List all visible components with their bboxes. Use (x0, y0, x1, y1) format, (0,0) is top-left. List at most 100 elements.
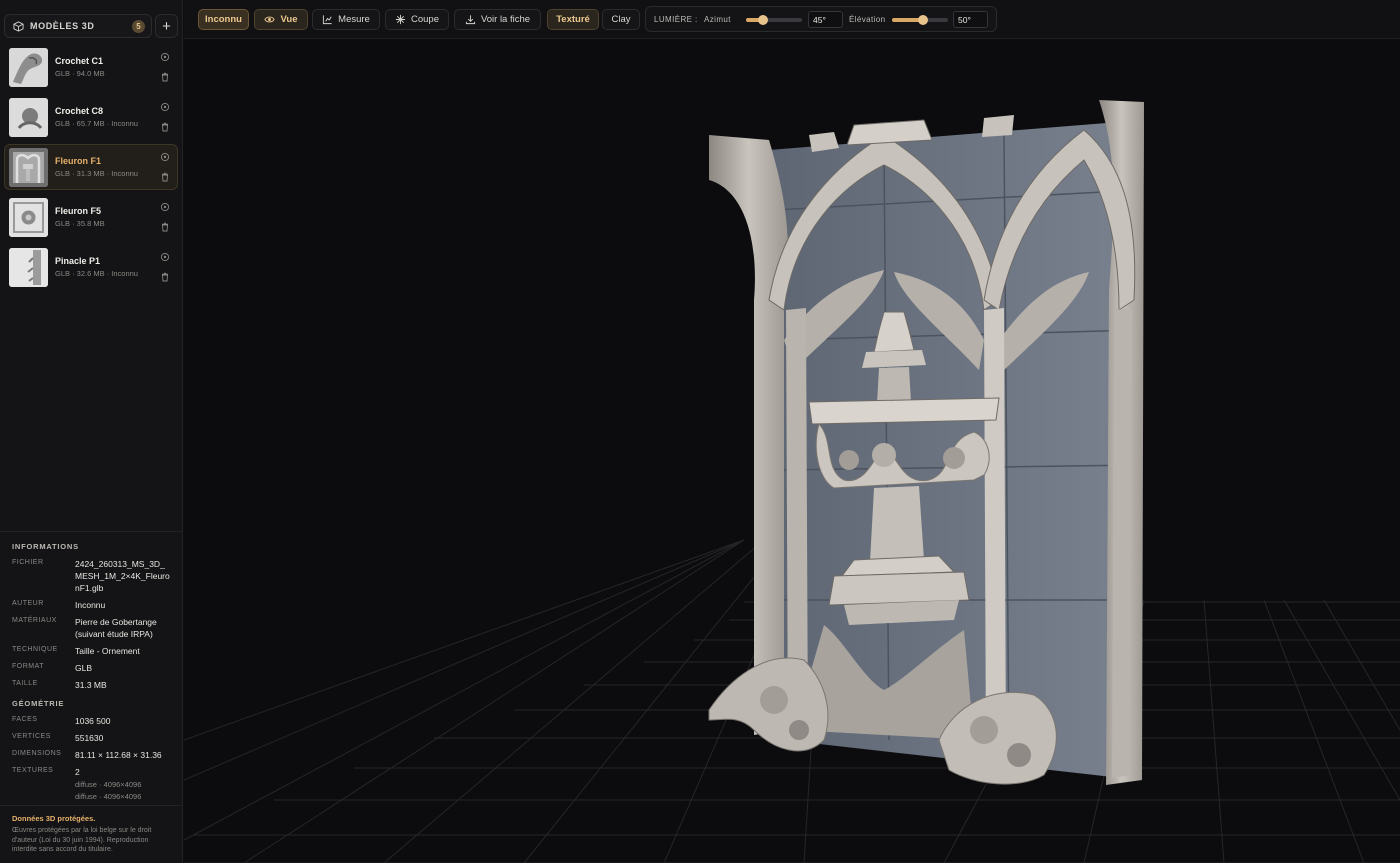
model-thumbnail (9, 198, 48, 237)
3d-model-fleuron[interactable] (708, 100, 1144, 785)
view-label: Vue (280, 14, 298, 25)
model-thumbnail (9, 98, 48, 137)
measure-label: Mesure (338, 14, 370, 25)
model-item-fleuron-f5[interactable]: Fleuron F5 GLB · 35.8 MB (4, 194, 178, 240)
info-size-value: 31.3 MB (75, 680, 107, 690)
info-key: TEXTURES (12, 767, 54, 774)
elevation-label: Élévation (849, 15, 886, 24)
info-row-technique: TECHNIQUE Taille - Ornement (12, 645, 171, 657)
trash-icon[interactable] (160, 272, 170, 282)
geo-dimensions-value: 81.11 × 112.68 × 31.36 (75, 750, 162, 760)
trash-icon[interactable] (160, 222, 170, 232)
info-key: FACES (12, 716, 38, 723)
models-header[interactable]: MODÈLES 3D 5 (4, 14, 152, 38)
elevation-input[interactable]: 50° (953, 11, 988, 28)
model-meta: GLB · 35.8 MB (55, 219, 105, 228)
section-button[interactable]: Coupe (385, 9, 449, 30)
geo-textures-value: 2 (75, 767, 80, 777)
info-author-value: Inconnu (75, 600, 106, 610)
azimuth-slider[interactable] (746, 15, 802, 25)
notice-text: Œuvres protégées par la loi belge sur le… (12, 827, 152, 853)
info-materials-value: Pierre de Gobertange (suivant étude IRPA… (75, 617, 157, 639)
texture-item: diffuse · 4096×4096 (75, 792, 142, 801)
model-item-fleuron-f1[interactable]: Fleuron F1 GLB · 31.3 MB · Inconnu (4, 144, 178, 190)
model-meta: GLB · 94.0 MB (55, 69, 105, 78)
textured-toggle[interactable]: Texturé (547, 9, 599, 30)
download-icon (465, 15, 476, 25)
info-key: AUTEUR (12, 600, 44, 607)
info-format-value: GLB (75, 663, 93, 673)
geo-faces-value: 1036 500 (75, 716, 111, 726)
model-meta: GLB · 65.7 MB · Inconnu (55, 119, 138, 128)
toolbar: Inconnu Vue Mesure Coupe Voir la fiche T… (184, 0, 1400, 39)
model-thumbnail (9, 248, 48, 287)
geo-row-faces: FACES 1036 500 (12, 715, 171, 727)
section-label: Coupe (411, 14, 439, 25)
model-item-crochet-c8[interactable]: Crochet C8 GLB · 65.7 MB · Inconnu (4, 94, 178, 140)
sidebar: MODÈLES 3D 5 + Crochet C1 GLB · 94.0 MB … (0, 0, 183, 863)
model-name: Pinacle P1 (55, 256, 101, 266)
notice-title: Données 3D protégées. (12, 814, 96, 823)
texture-item: diffuse · 4096×4096 (75, 780, 142, 789)
view-sheet-button[interactable]: Voir la fiche (454, 9, 541, 30)
models-count-badge: 5 (132, 20, 145, 33)
eye-icon[interactable] (160, 52, 170, 62)
azimuth-input[interactable]: 45° (808, 11, 843, 28)
info-key: FICHIER (12, 559, 44, 566)
view-button[interactable]: Vue (254, 9, 308, 30)
ruler-icon (323, 15, 332, 25)
info-heading: INFORMATIONS (12, 542, 79, 551)
info-key: TECHNIQUE (12, 646, 58, 653)
measure-button[interactable]: Mesure (312, 9, 380, 30)
elevation-slider-handle[interactable] (917, 15, 928, 25)
trash-icon[interactable] (160, 122, 170, 132)
author-button[interactable]: Inconnu (198, 9, 249, 30)
info-row-size: TAILLE 31.3 MB (12, 679, 171, 691)
info-key: MATÉRIAUX (12, 617, 57, 624)
info-file-value: 2424_260313_MS_3D_MESH_1M_2×4K_FleuronF1… (75, 559, 170, 593)
info-panel: INFORMATIONS FICHIER 2424_260313_MS_3D_M… (0, 531, 183, 803)
eye-icon[interactable] (160, 252, 170, 262)
info-key: VERTICES (12, 733, 51, 740)
clay-toggle[interactable]: Clay (602, 9, 640, 30)
model-name: Fleuron F5 (55, 206, 102, 216)
info-technique-value: Taille - Ornement (75, 646, 140, 656)
model-thumbnail (9, 48, 48, 87)
info-key: TAILLE (12, 680, 38, 687)
model-name: Crochet C8 (55, 106, 104, 116)
eye-icon[interactable] (160, 152, 170, 162)
app: MODÈLES 3D 5 + Crochet C1 GLB · 94.0 MB … (0, 0, 1400, 863)
cube-icon (13, 20, 24, 32)
eye-icon (264, 16, 276, 23)
model-item-crochet-c1[interactable]: Crochet C1 GLB · 94.0 MB (4, 44, 178, 90)
lighting-label: LUMIÈRE : (654, 15, 698, 24)
trash-icon[interactable] (160, 172, 170, 182)
info-row-materials: MATÉRIAUX Pierre de Gobertange (suivant … (12, 616, 171, 640)
info-key: DIMENSIONS (12, 750, 62, 757)
add-model-button[interactable]: + (155, 14, 178, 38)
elevation-slider[interactable] (892, 15, 948, 25)
model-name: Crochet C1 (55, 56, 104, 66)
view-sheet-label: Voir la fiche (480, 14, 531, 25)
lighting-controls: LUMIÈRE : Azimut 45° Élévation 50° (645, 6, 997, 32)
geo-vertices-value: 551630 (75, 733, 104, 743)
geo-row-vertices: VERTICES 551630 (12, 732, 171, 744)
model-meta: GLB · 32.6 MB · Inconnu (55, 269, 138, 278)
geometry-heading: GÉOMÉTRIE (12, 699, 65, 708)
section-icon (395, 14, 406, 25)
info-key: FORMAT (12, 663, 45, 670)
model-list: Crochet C1 GLB · 94.0 MB Crochet C8 GLB … (4, 44, 178, 294)
azimuth-slider-handle[interactable] (757, 15, 768, 25)
trash-icon[interactable] (160, 72, 170, 82)
eye-icon[interactable] (160, 102, 170, 112)
info-row-format: FORMAT GLB (12, 662, 171, 674)
geo-row-textures: TEXTURES 2 (12, 766, 171, 778)
model-name: Fleuron F1 (55, 156, 102, 166)
model-meta: GLB · 31.3 MB · Inconnu (55, 169, 138, 178)
eye-icon[interactable] (160, 202, 170, 212)
info-row-file: FICHIER 2424_260313_MS_3D_MESH_1M_2×4K_F… (12, 558, 171, 594)
viewport-canvas[interactable] (184, 40, 1400, 863)
model-item-pinacle-p1[interactable]: Pinacle P1 GLB · 32.6 MB · Inconnu (4, 244, 178, 290)
3d-viewport[interactable] (184, 40, 1400, 863)
geo-row-dimensions: DIMENSIONS 81.11 × 112.68 × 31.36 (12, 749, 171, 761)
